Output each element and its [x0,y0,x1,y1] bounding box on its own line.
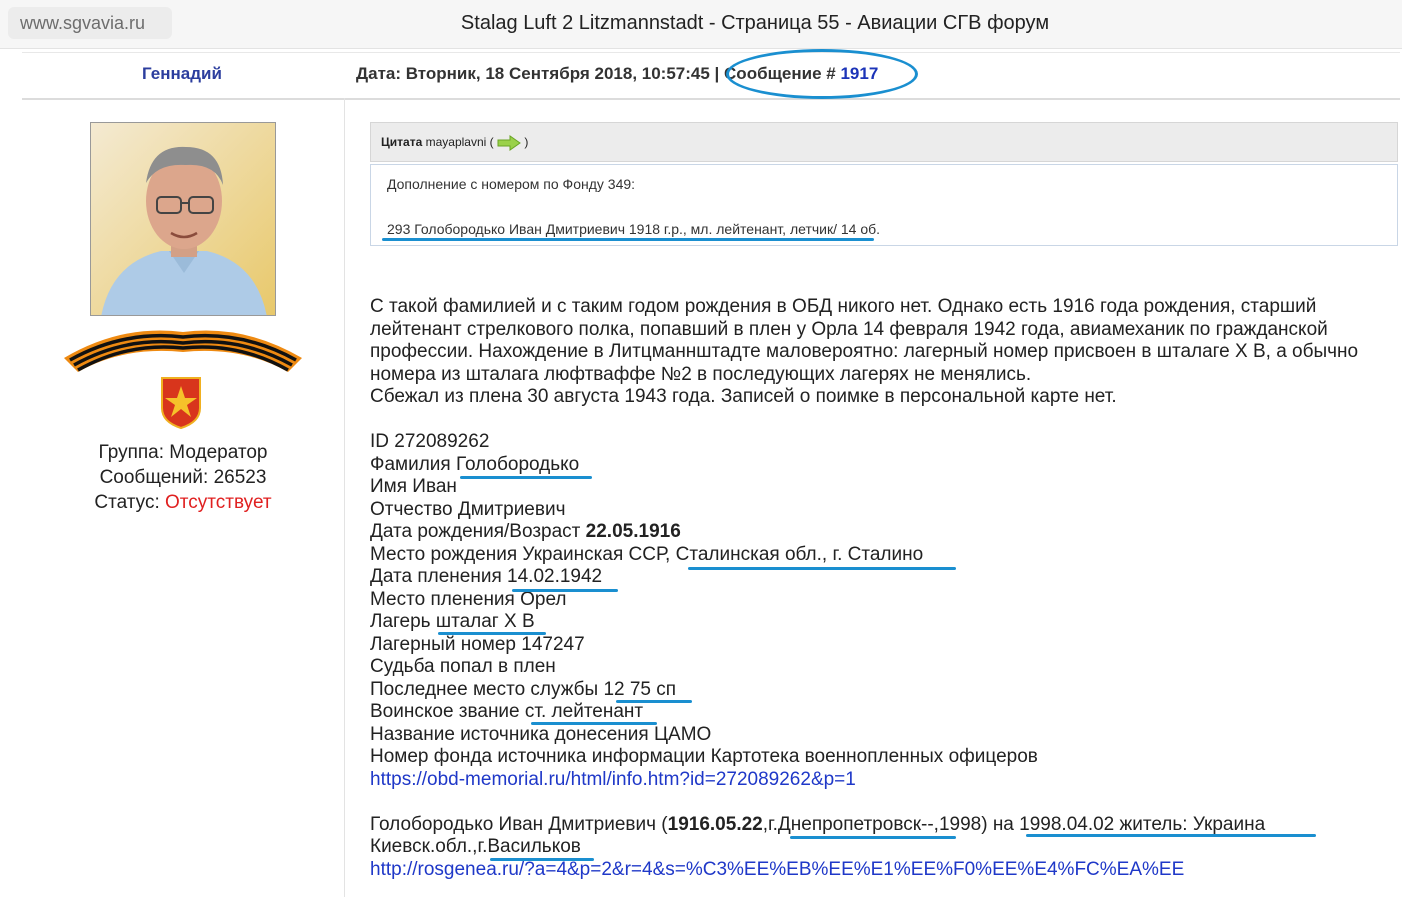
obd-memorial-link[interactable]: https://obd-memorial.ru/html/info.htm?id… [370,769,856,790]
annotation-underline [1026,834,1316,837]
record-source: Название источника донесения ЦАМО [370,723,712,745]
record-patronymic: Отчество Дмитриевич [370,498,566,520]
record-last-service: Последнее место службы 12 75 сп [370,678,677,700]
user-message-count: Сообщений: 26523 [99,467,267,488]
dob-label: Дата рождения/Возраст [370,521,586,542]
status-label: Статус: [94,492,166,513]
rosgenea-link[interactable]: http://rosgenea.ru/?a=4&p=2&r=4&s=%C3%EE… [370,859,1184,880]
avatar [90,122,276,316]
genealogy-details: ,г.Днепропетровск--,1998) на 1998.04.02 … [762,813,1266,835]
status-value: Отсутствует [165,492,272,513]
genealogy-line2: Киевск.обл.,г.Васильков [370,836,581,857]
dob-value: 22.05.1916 [585,521,681,542]
page-title: Stalag Luft 2 Litzmannstadt - Страница 5… [460,12,1050,34]
annotation-underline [490,858,594,861]
post-header: Геннадий Дата: Вторник, 18 Сентября 2018… [22,52,1400,100]
annotation-underline [616,700,692,703]
quote-author: mayaplavni ( [425,135,494,150]
column-divider [344,98,345,897]
url-field[interactable]: www.sgvavia.ru [8,7,172,39]
quote-line: Дополнение с номером по Фонду 349: [387,176,636,192]
record-dob: Дата рождения/Возраст 22.05.1916 [370,521,1390,544]
quote-close: ) [524,135,529,150]
record-id: ID 272089262 [370,431,490,452]
record-name: Имя Иван [370,476,457,497]
annotation-circle [726,49,918,99]
user-group: Группа: Модератор [98,442,268,463]
st-george-ribbon [62,322,304,374]
record-rank: Воинское звание ст. лейтенант [370,701,644,722]
annotation-underline [382,238,874,241]
browser-bar: www.sgvavia.ru Stalag Luft 2 Litzmannsta… [0,0,1402,49]
paragraph: С такой фамилией и с таким годом рождени… [370,296,1359,385]
paragraph: Сбежал из плена 30 августа 1943 года. За… [370,386,1117,407]
genealogy-date: 1916.05.22 [667,813,763,835]
record-camp: Лагерь шталаг Х В [370,611,535,632]
quote-header: Цитата mayaplavni ( ) [370,122,1398,162]
star-badge-icon [158,374,204,430]
post-date: Дата: Вторник, 18 Сентября 2018, 10:57:4… [356,64,725,83]
quote-line: 293 Голобородько Иван Дмитриевич 1918 г.… [387,221,881,237]
record-surname: Фамилия Голобородько [370,453,580,475]
annotation-underline [531,722,657,725]
quote-label: Цитата [381,135,423,150]
record-fund: Номер фонда источника информации Картоте… [370,746,1038,767]
annotation-underline [438,632,546,635]
annotation-underline [460,476,592,479]
annotation-underline [790,836,956,839]
genealogy-record: Голобородько Иван Дмитриевич (1916.05.22… [370,814,1390,837]
post-author[interactable]: Геннадий [142,64,222,84]
record-fate: Судьба попал в плен [370,656,556,677]
annotation-underline [688,567,956,570]
user-info: Группа: Модератор Сообщений: 26523 Стату… [22,440,344,515]
record-birthplace: Место рождения Украинская ССР, Сталинска… [370,543,924,565]
user-status: Статус: Отсутствует [22,490,344,515]
arrow-right-icon[interactable] [497,135,521,151]
record-camp-number: Лагерный номер 147247 [370,633,585,655]
annotation-underline [512,589,618,592]
quote-body: Дополнение с номером по Фонду 349: 293 Г… [370,164,1398,246]
genealogy-name: Голобородько Иван Дмитриевич ( [370,813,668,835]
